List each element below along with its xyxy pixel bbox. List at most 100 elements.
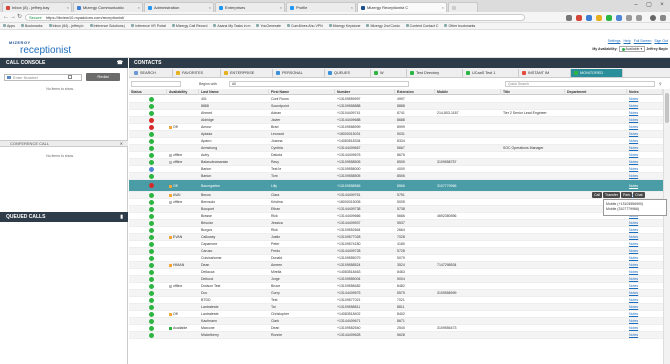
column-header[interactable]: Number [335, 89, 395, 95]
close-window-icon[interactable]: × [656, 1, 668, 10]
tab-instant-im[interactable]: INSTANT IM [519, 69, 571, 77]
bookmark-item[interactable]: Mizergy Call Record [171, 24, 207, 28]
notes-link[interactable]: Notes [627, 152, 663, 159]
notes-link[interactable]: Notes [627, 124, 663, 131]
table-row[interactable]: BTDD Test +13109577021 7021 Notes [129, 297, 663, 304]
table-row[interactable]: Mickelberry Ronnie +13144409628 5628 Notes [129, 332, 663, 339]
notes-link[interactable]: Notes [627, 145, 663, 152]
browser-tab[interactable]: Profile × [286, 2, 356, 12]
table-row[interactable]: Caruso Fredo +13144409728 5728 Notes [129, 248, 663, 255]
table-row[interactable]: Kaufmann Clark +13144409671 8671 Notes [129, 318, 663, 325]
redial-button[interactable]: Redial [86, 73, 120, 81]
table-row[interactable]: Lantrateste Tai +13109558811 8811 Notes [129, 304, 663, 311]
extension-icon[interactable] [636, 15, 642, 21]
column-header[interactable]: Department [565, 89, 627, 95]
tab-favorites[interactable]: FAVORITES [173, 69, 221, 77]
table-row[interactable]: Aparro Joanna +14083518334 8334 Notes [129, 138, 663, 145]
table-row[interactable]: Armstrong Cynthia +13144409667 5667 SOC Oper… [129, 145, 663, 152]
filter-input[interactable] [131, 81, 181, 87]
settings-link[interactable]: Settings [608, 39, 621, 43]
table-row[interactable]: offline Autry Dakota +13144409676 8676 Notes [129, 152, 663, 159]
browser-tab[interactable]: Inbox (8) - jeffrey.bay × [2, 2, 72, 12]
browser-tab[interactable]: Enterprises × [215, 2, 285, 12]
notes-link[interactable]: Notes [627, 96, 663, 103]
full-screen-link[interactable]: Full Screen [634, 39, 652, 43]
table-row[interactable]: Off Lantrateste Christopher +14083518402 840… [129, 311, 663, 318]
extension-icon[interactable] [616, 15, 622, 21]
forward-icon[interactable]: → [10, 14, 16, 21]
notes-link[interactable]: Notes [627, 283, 663, 290]
notes-link[interactable]: Notes [627, 325, 663, 332]
reload-icon[interactable]: ↻ [17, 14, 22, 21]
contacts-lookup-icon[interactable] [68, 75, 72, 79]
star-icon[interactable] [566, 15, 572, 21]
url-field[interactable]: Secure https://lbview10.myaddons.com/rec… [25, 14, 525, 21]
close-tab-icon[interactable]: × [138, 5, 140, 10]
notes-link[interactable]: Notes [627, 110, 663, 117]
chat-button[interactable]: Chat [633, 192, 645, 198]
bookmark-item[interactable]: Com4lines Ahu VPN [286, 24, 323, 28]
column-header[interactable]: First Name [269, 89, 335, 95]
tab-queues[interactable]: QUEUES [325, 69, 371, 77]
close-tab-icon[interactable]: × [67, 5, 69, 10]
notes-link[interactable]: Notes [627, 138, 663, 145]
extension-icon[interactable] [576, 15, 582, 21]
popup-line[interactable]: Mobile (3107779966) [606, 207, 664, 212]
tab-personal[interactable]: PERSONAL [273, 69, 325, 77]
notes-link[interactable]: Notes [627, 262, 663, 269]
back-icon[interactable]: ← [3, 14, 9, 21]
tab-enterprise[interactable]: ENTERPRISE [221, 69, 273, 77]
menu-icon[interactable] [660, 15, 666, 21]
notes-link[interactable]: Notes [627, 166, 663, 173]
extension-icon[interactable] [606, 15, 612, 21]
notes-link[interactable]: Notes [627, 159, 663, 166]
browser-tab[interactable] [448, 2, 478, 12]
table-row[interactable]: Dellucci Jorge +13109555004 5004 Notes [129, 276, 663, 283]
notes-link[interactable]: Notes [627, 311, 663, 318]
table-row[interactable]: Off Baumgarten Lilly +13109558566 8566 310777… [129, 180, 663, 192]
notes-link[interactable]: Notes [627, 220, 663, 227]
table-row[interactable]: AVAIBecosClara+131444097515751Notes [129, 192, 663, 199]
bookmark-item[interactable]: Bookmarks [20, 24, 43, 28]
table-row[interactable]: 401 Conf Room +13109559997 4997 Notes [129, 96, 663, 103]
notes-link[interactable]: Notes [627, 290, 663, 297]
help-link[interactable]: Help [624, 39, 631, 43]
close-tab-icon[interactable]: × [209, 5, 211, 10]
bookmark-item[interactable]: Content Contact C [405, 24, 438, 28]
column-header[interactable]: Title [501, 89, 565, 95]
table-row[interactable]: offline Dodson Test Bruce +13109558482 8482 N… [129, 283, 663, 290]
notes-link[interactable]: Notes [627, 173, 663, 180]
browser-tab[interactable]: Mizergy Receptionist C × [357, 2, 447, 12]
transfer-button[interactable]: Transfer [603, 192, 620, 198]
notes-link[interactable]: Notes [627, 269, 663, 276]
column-header[interactable]: Availability [167, 89, 199, 95]
browser-tab[interactable]: Mizergy Communicatio × [73, 2, 143, 12]
table-row[interactable]: Aptada Leonard +18000015031 5031 Notes [129, 131, 663, 138]
browser-tab[interactable]: Administration × [144, 2, 214, 12]
bookmark-item[interactable]: Inbox (84) - jeffrey.b [48, 24, 84, 28]
table-row[interactable]: Aldridge Javier +13144409688 8688 Notes [129, 117, 663, 124]
notes-link[interactable]: Notes [627, 103, 663, 110]
search-all-select[interactable]: All [229, 81, 409, 87]
close-tab-icon[interactable]: × [280, 5, 282, 10]
table-row[interactable]: HIMAN Dean Ameen +13109558524 3524 7147298534… [129, 262, 663, 269]
table-row[interactable]: Barton Tom +13109558505 8506 Notes [129, 173, 663, 180]
call-button[interactable]: Call [592, 192, 603, 198]
table-row[interactable]: Brisolar Jessica +13144409537 5537 Notes [129, 220, 663, 227]
column-header[interactable]: Status [129, 89, 167, 95]
bookmark-item[interactable]: Other bookmarks [444, 24, 475, 28]
notes-link[interactable]: Notes [627, 255, 663, 262]
notes-link[interactable]: Notes [627, 227, 663, 234]
minimize-icon[interactable]: – [630, 1, 642, 10]
close-tab-icon[interactable]: × [442, 5, 444, 10]
notes-link[interactable]: Notes [627, 276, 663, 283]
table-row[interactable]: Brasse Rick +13144409666 5666 4692380556 Note… [129, 213, 663, 220]
quick-search-input[interactable]: Quick Search [505, 81, 655, 87]
column-header[interactable]: Mobile [435, 89, 501, 95]
table-row[interactable]: Dellacca Mirella +14083518463 8463 Notes [129, 269, 663, 276]
notes-link[interactable]: Notes [627, 297, 663, 304]
tab-search[interactable]: SEARCH [131, 69, 173, 77]
notes-link[interactable]: Notes [627, 234, 663, 241]
notes-link[interactable]: Notes [627, 180, 663, 192]
profile-icon[interactable] [650, 15, 656, 21]
